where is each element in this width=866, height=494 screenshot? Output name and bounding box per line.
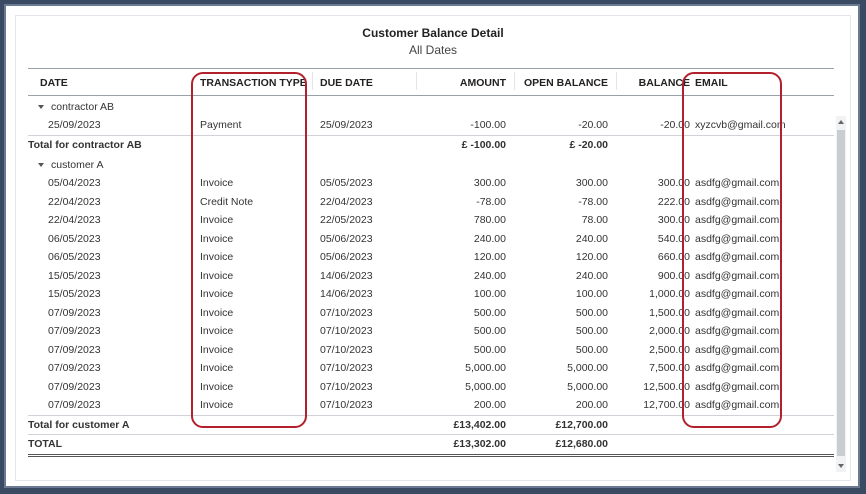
cell-amount[interactable]: -78.00 [476, 196, 506, 208]
cell-date[interactable]: 07/09/2023 [48, 344, 101, 356]
cell-due-date: 07/10/2023 [320, 325, 373, 337]
group-total-amount[interactable]: £ -100.00 [462, 139, 506, 151]
cell-date[interactable]: 15/05/2023 [48, 288, 101, 300]
grand-total-amount[interactable]: £13,302.00 [453, 438, 506, 450]
cell-amount[interactable]: 120.00 [474, 251, 506, 263]
cell-due-date: 05/06/2023 [320, 232, 373, 245]
group-total-amount[interactable]: £13,402.00 [453, 419, 506, 431]
cell-open-balance: 240.00 [575, 232, 608, 245]
cell-amount[interactable]: 100.00 [474, 288, 506, 300]
cell-open-balance: 500.00 [575, 306, 608, 319]
scrollbar-thumb[interactable] [837, 130, 845, 456]
report-title: Customer Balance Detail [362, 26, 504, 40]
cell-amount[interactable]: 500.00 [474, 307, 506, 319]
cell-due-date: 07/10/2023 [320, 399, 373, 411]
cell-date[interactable]: 05/04/2023 [48, 177, 101, 189]
transaction-type-highlight [191, 72, 307, 428]
group-total-label: Total for customer A [28, 418, 130, 431]
column-divider[interactable] [514, 72, 515, 90]
cell-date[interactable]: 06/05/2023 [48, 251, 101, 263]
cell-date[interactable]: 15/05/2023 [48, 270, 101, 282]
cell-open-balance: 200.00 [575, 399, 608, 411]
cell-date[interactable]: 07/09/2023 [48, 362, 101, 374]
cell-amount[interactable]: 780.00 [474, 214, 506, 226]
cell-open-balance: -20.00 [578, 119, 608, 131]
column-header-open-balance[interactable]: OPEN BALANCE [524, 77, 608, 89]
cell-amount[interactable]: 500.00 [474, 344, 506, 356]
cell-date[interactable]: 07/09/2023 [48, 307, 101, 319]
cell-open-balance: -78.00 [578, 195, 608, 208]
grand-total-label: TOTAL [28, 438, 63, 450]
group-name: contractor AB [51, 101, 115, 113]
report-subtitle: All Dates [408, 43, 458, 57]
cell-date[interactable]: 07/09/2023 [48, 399, 101, 411]
group-name: customer A [51, 159, 104, 171]
grand-total-open-balance[interactable]: £12,680.00 [555, 438, 608, 450]
cell-open-balance: 78.00 [581, 214, 608, 226]
report-panel: Customer Balance Detail All Dates DATE T… [16, 16, 850, 480]
cell-amount[interactable]: 5,000.00 [465, 381, 506, 393]
cell-open-balance: 240.00 [575, 269, 608, 282]
group-total-open-balance[interactable]: £12,700.00 [555, 419, 608, 431]
cell-amount[interactable]: 500.00 [474, 325, 506, 337]
collapse-triangle-icon[interactable] [38, 105, 44, 110]
cell-due-date: 22/04/2023 [320, 195, 373, 208]
group-total-label: Total for contractor AB [28, 138, 142, 151]
cell-amount[interactable]: 240.00 [474, 270, 506, 282]
cell-due-date: 14/06/2023 [320, 288, 373, 300]
cell-open-balance: 300.00 [575, 177, 608, 189]
cell-due-date: 22/05/2023 [320, 214, 373, 226]
cell-date[interactable]: 06/05/2023 [48, 233, 101, 245]
scroll-up-arrow-icon[interactable] [838, 120, 844, 124]
column-divider[interactable] [312, 72, 313, 90]
cell-due-date: 05/05/2023 [320, 177, 373, 189]
cell-due-date: 25/09/2023 [320, 119, 373, 131]
cell-date[interactable]: 07/09/2023 [48, 325, 101, 337]
column-header-due-date[interactable]: DUE DATE [320, 77, 373, 89]
cell-date[interactable]: 22/04/2023 [48, 214, 101, 226]
cell-open-balance: 5,000.00 [567, 362, 608, 374]
group-header[interactable]: contractor AB [38, 101, 114, 113]
column-header-amount[interactable]: AMOUNT [460, 77, 506, 89]
cell-due-date: 05/06/2023 [320, 251, 373, 263]
cell-due-date: 07/10/2023 [320, 306, 373, 319]
collapse-triangle-icon[interactable] [38, 163, 44, 168]
cell-open-balance: 500.00 [575, 343, 608, 356]
cell-due-date: 14/06/2023 [320, 269, 373, 282]
vertical-scrollbar[interactable] [836, 116, 846, 472]
group-total-open-balance[interactable]: £ -20.00 [569, 139, 608, 151]
cell-amount[interactable]: 240.00 [474, 233, 506, 245]
group-header[interactable]: customer A [38, 159, 104, 171]
cell-amount[interactable]: 5,000.00 [465, 362, 506, 374]
cell-amount[interactable]: 300.00 [474, 177, 506, 189]
scroll-down-arrow-icon[interactable] [838, 464, 844, 468]
cell-date[interactable]: 25/09/2023 [48, 119, 101, 131]
column-header-date[interactable]: DATE [40, 77, 68, 89]
cell-open-balance: 500.00 [575, 325, 608, 337]
cell-date[interactable]: 22/04/2023 [48, 196, 101, 208]
cell-due-date: 07/10/2023 [320, 362, 373, 374]
screenshot-frame: Customer Balance Detail All Dates DATE T… [4, 4, 860, 488]
cell-open-balance: 120.00 [575, 251, 608, 263]
grand-total-row: TOTAL £13,302.00 £12,680.00 [28, 434, 834, 457]
cell-due-date: 07/10/2023 [320, 380, 373, 393]
cell-amount[interactable]: -100.00 [470, 119, 506, 131]
cell-due-date: 07/10/2023 [320, 343, 373, 356]
email-highlight [682, 72, 782, 428]
cell-open-balance: 100.00 [575, 288, 608, 300]
column-divider[interactable] [416, 72, 417, 90]
column-divider[interactable] [616, 72, 617, 90]
cell-amount[interactable]: 200.00 [474, 399, 506, 411]
cell-date[interactable]: 07/09/2023 [48, 381, 101, 393]
cell-open-balance: 5,000.00 [567, 380, 608, 393]
